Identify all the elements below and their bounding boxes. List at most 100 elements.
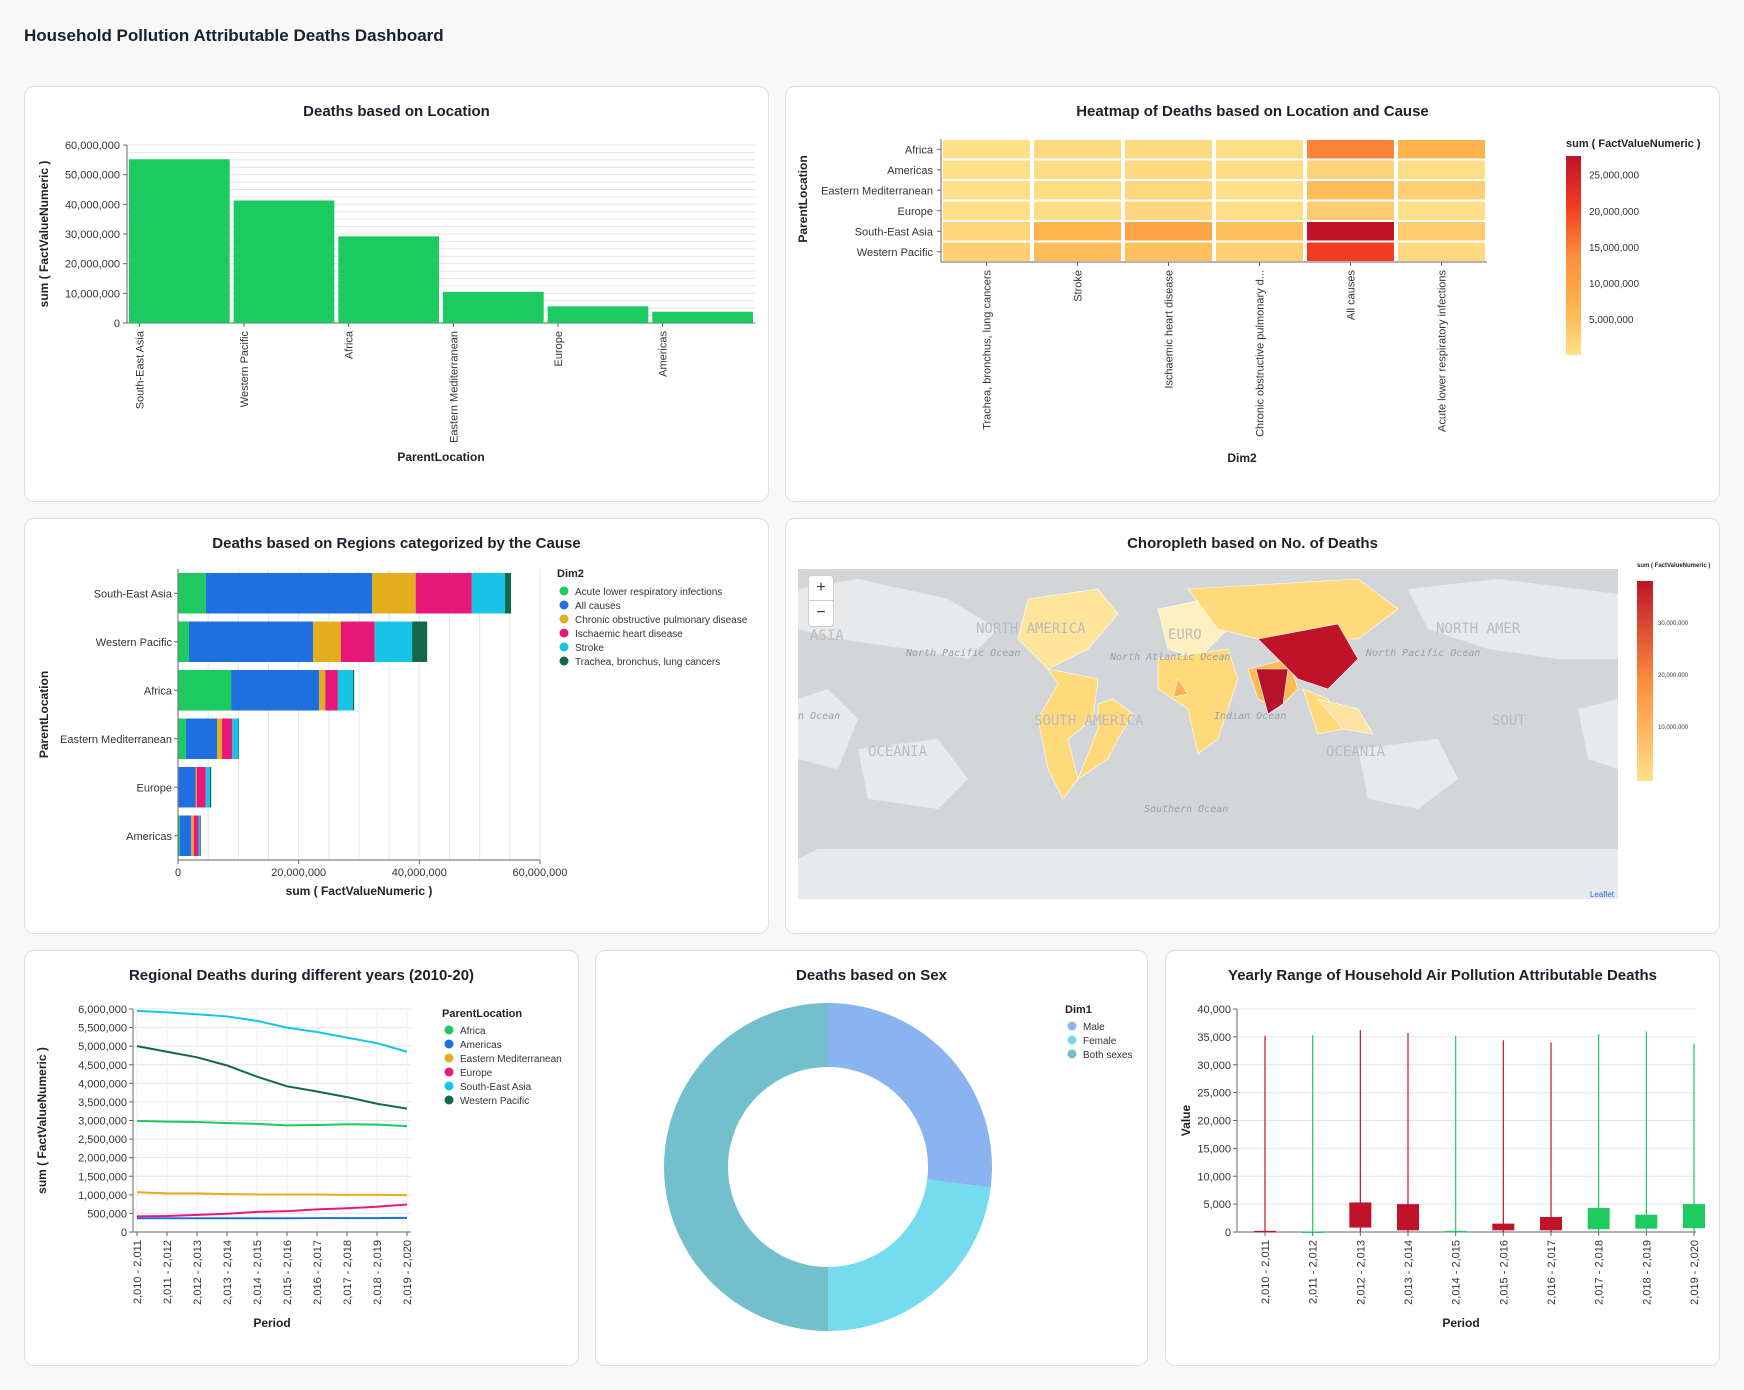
- map-label: NORTH AMER: [1436, 621, 1521, 637]
- x-tick-label: Acute lower respiratory infections: [1437, 270, 1449, 433]
- y-tick-label: 40,000: [1197, 1004, 1231, 1016]
- x-tick-label: 2,019 - 2,020: [1689, 1240, 1701, 1305]
- map-zoom-out-button[interactable]: −: [808, 601, 834, 627]
- legend-tick-label: 25,000,000: [1589, 171, 1639, 182]
- y-tick-label: 3,500,000: [78, 1097, 127, 1109]
- x-tick-label: 20,000,000: [271, 867, 326, 879]
- x-tick-label: 40,000,000: [392, 867, 447, 879]
- candle-body: [1540, 1216, 1562, 1231]
- bar-segment: [188, 621, 314, 662]
- legend-swatch: [444, 1067, 454, 1077]
- y-tick-label: Western Pacific: [96, 637, 173, 649]
- x-tick-label: Africa: [344, 330, 356, 359]
- y-tick-label: 30,000: [1197, 1060, 1231, 1072]
- map-label: OCEANIA: [1326, 744, 1386, 760]
- donut-slice: [828, 1179, 991, 1331]
- heatmap-cell: [1398, 181, 1485, 200]
- x-tick-label: 2,014 - 2,015: [1451, 1240, 1463, 1305]
- y-tick-label: 0: [1225, 1227, 1231, 1239]
- y-tick-label: Africa: [905, 144, 934, 156]
- candle-body: [1492, 1223, 1515, 1231]
- x-tick-label: 60,000,000: [512, 867, 567, 879]
- y-tick-label: 0: [121, 1227, 127, 1239]
- x-tick-label: 2,017 - 2,018: [1594, 1240, 1606, 1305]
- location-bar-chart: 0 10,000,000 20,000,000 30,000,000 40,000,00…: [37, 140, 755, 464]
- candle-body: [1635, 1214, 1658, 1229]
- y-tick-label: 15,000: [1197, 1143, 1231, 1155]
- card-range: Yearly Range of Household Air Pollution …: [1165, 950, 1720, 1366]
- bar-segment: [337, 670, 353, 711]
- heatmap-cell: [1398, 242, 1485, 261]
- heatmap-cell: [1398, 201, 1485, 220]
- legend-label: Female: [1083, 1036, 1117, 1047]
- map-attribution: Leaflet: [1590, 890, 1615, 899]
- map-label: North Atlantic Ocean: [1109, 652, 1230, 663]
- bar-segment: [352, 670, 355, 711]
- heatmap-cell: [1034, 201, 1121, 220]
- heatmap-cell: [1216, 140, 1303, 159]
- heatmap-cell: [1125, 140, 1212, 159]
- bar-segment: [217, 718, 223, 759]
- legend-swatch: [559, 586, 569, 596]
- card-sex: Deaths based on Sex Dim1 Male Female Both s…: [595, 950, 1148, 1366]
- heatmap-cell: [1034, 140, 1121, 159]
- donut-slice: [828, 1003, 992, 1188]
- card-heatmap: Heatmap of Deaths based on Location and …: [785, 86, 1720, 502]
- bar-segment: [222, 718, 233, 759]
- heatmap-cell: [1034, 160, 1121, 179]
- bar: [233, 200, 335, 323]
- legend-tick-label: 5,000,000: [1589, 315, 1634, 326]
- card-stacked: Deaths based on Regions categorized by t…: [24, 518, 769, 934]
- y-tick-label: 6,000,000: [78, 1004, 127, 1016]
- y-tick-label: 50,000,000: [65, 170, 120, 182]
- map-legend-gradient: [1637, 581, 1653, 781]
- legend-title: Dim2: [557, 568, 584, 580]
- y-tick-label: Western Pacific: [857, 247, 934, 259]
- heatmap-cell: [943, 222, 1030, 241]
- bar-segment: [209, 767, 212, 808]
- bar-segment: [205, 573, 373, 614]
- bar-segment: [178, 573, 206, 614]
- heatmap-cell: [1307, 140, 1394, 159]
- y-tick-label: 1,500,000: [78, 1171, 127, 1183]
- y-tick-label: Americas: [887, 165, 933, 177]
- heatmap-cell: [943, 140, 1030, 159]
- bar-segment: [232, 718, 239, 759]
- legend-label: South-East Asia: [460, 1082, 532, 1093]
- y-tick-label: 60,000,000: [65, 140, 120, 152]
- x-tick-label: 2,013 - 2,014: [222, 1240, 234, 1305]
- y-axis-title: Value: [1179, 1105, 1193, 1137]
- map-label: NORTH AMERICA: [976, 621, 1086, 637]
- card-yearly-lines: Regional Deaths during different years (…: [24, 950, 579, 1366]
- dashboard-title: Household Pollution Attributable Deaths …: [24, 26, 444, 45]
- series-line: [136, 1009, 408, 1053]
- heatmap-cell: [1125, 201, 1212, 220]
- heatmap-cell: [1307, 242, 1394, 261]
- candle-body: [1349, 1202, 1372, 1228]
- legend-tick-label: 20,000,000: [1589, 207, 1639, 218]
- legend-label: Ischaemic heart disease: [575, 629, 683, 640]
- x-tick-label: 2,012 - 2,013: [192, 1240, 204, 1305]
- candlestick-chart: 0 5,000 10,000 15,000 20,000 25,000 30,000 35,0…: [1179, 1004, 1705, 1330]
- y-tick-label: 30,000,000: [65, 229, 120, 241]
- map-legend-tick-label: 10,000,000: [1658, 725, 1689, 731]
- heatmap-cell: [1034, 222, 1121, 241]
- y-tick-label: 0: [114, 318, 120, 330]
- map-label: North Pacific Ocean: [905, 648, 1020, 659]
- x-tick-label: 2,011 - 2,012: [1308, 1240, 1320, 1304]
- y-tick-label: Europe: [898, 206, 933, 218]
- map-zoom-in-button[interactable]: +: [808, 575, 834, 601]
- legend-label: All causes: [575, 601, 621, 612]
- choropleth-map[interactable]: ASIA NORTH AMERICA EURO NORTH AMER North Pac…: [786, 519, 1720, 934]
- bar: [338, 236, 439, 323]
- x-tick-label: All causes: [1346, 270, 1358, 321]
- y-tick-label: 1,000,000: [78, 1190, 127, 1202]
- bar-segment: [374, 621, 413, 662]
- x-tick-label: 2,016 - 2,017: [1546, 1240, 1558, 1305]
- heatmap-cell: [1216, 222, 1303, 241]
- y-tick-label: 25,000: [1197, 1088, 1231, 1100]
- heatmap-cell: [1216, 181, 1303, 200]
- x-tick-label: 2,019 - 2,020: [402, 1240, 414, 1305]
- map-label: Indian Ocean: [1214, 711, 1286, 722]
- y-tick-label: 35,000: [1197, 1032, 1231, 1044]
